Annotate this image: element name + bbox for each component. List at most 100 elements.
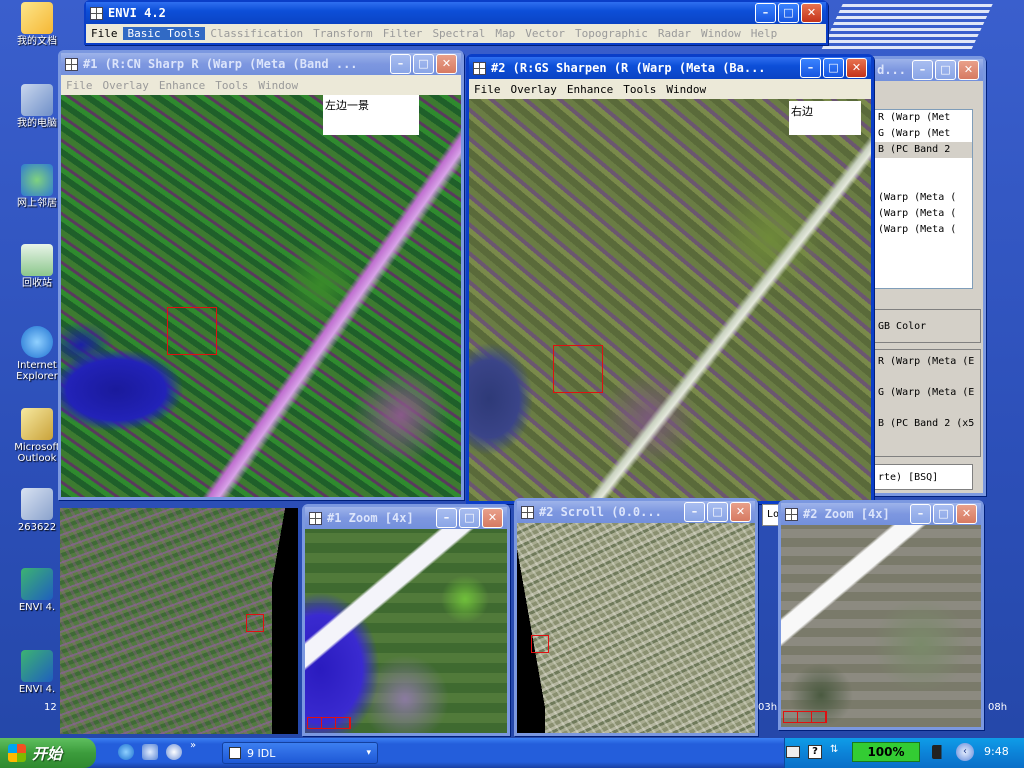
maximize-button[interactable]: □	[707, 502, 728, 522]
start-button[interactable]: 开始	[0, 738, 96, 768]
zoom-1-window[interactable]: #1 Zoom [4x] – □ ✕	[302, 504, 510, 736]
minimize-button[interactable]: –	[390, 54, 411, 74]
scroll-2-window[interactable]: #2 Scroll (0.0... – □ ✕	[514, 498, 758, 736]
desktop-icon-my-documents[interactable]: 我的文档	[6, 2, 68, 47]
menu-window[interactable]: Window	[661, 83, 711, 96]
minimize-button[interactable]: –	[755, 3, 776, 23]
tray-arrow-icon[interactable]: ‹	[956, 743, 974, 761]
help-icon[interactable]: ?	[808, 745, 822, 759]
scroll-display-1[interactable]	[60, 508, 298, 734]
menu-vector[interactable]: Vector	[520, 27, 570, 40]
rgb-red-row[interactable]: R (Warp (Meta (E	[874, 356, 980, 367]
close-button[interactable]: ✕	[958, 60, 979, 80]
menu-map[interactable]: Map	[490, 27, 520, 40]
minimize-button[interactable]: –	[684, 502, 705, 522]
menu-file[interactable]: File	[469, 83, 506, 96]
window-titlebar[interactable]: #2 Zoom [4x] – □ ✕	[781, 503, 981, 525]
zoom-image-2[interactable]	[781, 525, 981, 727]
image-display-2[interactable]: 右边	[469, 99, 871, 501]
menu-classification[interactable]: Classification	[205, 27, 308, 40]
menu-window[interactable]: Window	[696, 27, 746, 40]
menu-overlay[interactable]: Overlay	[506, 83, 562, 96]
minimize-button[interactable]: –	[910, 504, 931, 524]
desktop-icon-envi-2[interactable]: ENVI 4.	[6, 650, 68, 695]
zoom-image-1[interactable]	[305, 529, 507, 733]
explorer-quicklaunch-icon[interactable]	[142, 744, 158, 760]
menu-help[interactable]: Help	[746, 27, 783, 40]
band-list-item[interactable]: (Warp (Meta (	[874, 190, 972, 206]
media-player-quicklaunch-icon[interactable]	[166, 744, 182, 760]
maximize-button[interactable]: □	[935, 60, 956, 80]
close-button[interactable]: ✕	[436, 54, 457, 74]
menu-topographic[interactable]: Topographic	[570, 27, 653, 40]
language-bar-icon[interactable]: ⇅	[830, 744, 842, 758]
menu-file[interactable]: File	[86, 27, 123, 40]
maximize-button[interactable]: □	[933, 504, 954, 524]
zoom-level-indicator[interactable]: 100%	[852, 742, 920, 762]
menu-radar[interactable]: Radar	[653, 27, 696, 40]
close-button[interactable]: ✕	[846, 58, 867, 78]
taskbar-group-idl[interactable]: 9 IDL ▾	[222, 742, 378, 764]
clock[interactable]: 9:48	[984, 745, 1009, 758]
minimize-button[interactable]: –	[912, 60, 933, 80]
rgb-blue-row[interactable]: B (PC Band 2 (x5	[874, 418, 980, 429]
keyboard-icon[interactable]	[786, 746, 800, 758]
color-mode-option[interactable]: GB Color	[873, 309, 981, 343]
image-display-1[interactable]: 左边一景	[61, 95, 461, 497]
menu-overlay[interactable]: Overlay	[98, 79, 154, 92]
menu-filter[interactable]: Filter	[378, 27, 428, 40]
display-2-window[interactable]: #2 (R:GS Sharpen (R (Warp (Meta (Ba... –…	[466, 54, 874, 504]
close-button[interactable]: ✕	[730, 502, 751, 522]
quicklaunch-chevron-icon[interactable]: »	[190, 740, 196, 751]
envi-app-icon	[473, 61, 486, 75]
band-list-item[interactable]: B (PC Band 2	[874, 142, 972, 158]
window-titlebar[interactable]: #1 Zoom [4x] – □ ✕	[305, 507, 507, 529]
menu-enhance[interactable]: Enhance	[154, 79, 210, 92]
close-button[interactable]: ✕	[956, 504, 977, 524]
band-list-item[interactable]: G (Warp (Met	[874, 126, 972, 142]
scroll-label-mid: 03h	[758, 702, 778, 713]
zoom-controls[interactable]	[307, 717, 351, 729]
scroll-box-indicator[interactable]	[531, 635, 549, 653]
menu-file[interactable]: File	[61, 79, 98, 92]
scroll-box-indicator[interactable]	[246, 614, 264, 632]
menu-basic-tools[interactable]: Basic Tools	[122, 27, 206, 40]
window-titlebar[interactable]: #1 (R:CN Sharp R (Warp (Meta (Band ... –…	[61, 53, 461, 75]
band-list-item[interactable]: R (Warp (Met	[874, 110, 972, 126]
maximize-button[interactable]: □	[778, 3, 799, 23]
band-list-item[interactable]: (Warp (Meta (	[874, 222, 972, 238]
minimize-button[interactable]: –	[800, 58, 821, 78]
zoom-box-indicator[interactable]	[167, 307, 217, 355]
display-1-window[interactable]: #1 (R:CN Sharp R (Warp (Meta (Band ... –…	[58, 50, 464, 500]
band-list-item[interactable]: (Warp (Meta (	[874, 206, 972, 222]
window-titlebar[interactable]: #2 (R:GS Sharpen (R (Warp (Meta (Ba... –…	[469, 57, 871, 79]
envi-app-icon	[90, 6, 103, 20]
desktop-icon-label: ENVI 4.	[18, 602, 56, 613]
minimize-button[interactable]: –	[436, 508, 457, 528]
rgb-green-row[interactable]: G (Warp (Meta (E	[874, 387, 980, 398]
menu-enhance[interactable]: Enhance	[562, 83, 618, 96]
maximize-button[interactable]: □	[459, 508, 480, 528]
band-list[interactable]: R (Warp (Met G (Warp (Met B (PC Band 2 (…	[873, 109, 973, 289]
close-button[interactable]: ✕	[801, 3, 822, 23]
maximize-button[interactable]: □	[823, 58, 844, 78]
envi-main-window[interactable]: ENVI 4.2 – □ ✕ File Basic Tools Classifi…	[84, 0, 828, 45]
desktop-icon-envi-1[interactable]: ENVI 4.	[6, 568, 68, 613]
window-titlebar[interactable]: ENVI 4.2 – □ ✕	[86, 2, 826, 24]
menu-window[interactable]: Window	[253, 79, 303, 92]
menu-tools[interactable]: Tools	[618, 83, 661, 96]
band-list-item[interactable]	[874, 158, 972, 174]
ie-quicklaunch-icon[interactable]	[118, 744, 134, 760]
menu-transform[interactable]: Transform	[308, 27, 378, 40]
envi-app-icon	[309, 511, 322, 525]
window-titlebar[interactable]: #2 Scroll (0.0... – □ ✕	[517, 501, 755, 523]
zoom-box-indicator[interactable]	[553, 345, 603, 393]
zoom-controls[interactable]	[783, 711, 827, 723]
menu-tools[interactable]: Tools	[210, 79, 253, 92]
maximize-button[interactable]: □	[413, 54, 434, 74]
close-button[interactable]: ✕	[482, 508, 503, 528]
zoom-2-window[interactable]: #2 Zoom [4x] – □ ✕	[778, 500, 984, 730]
menu-spectral[interactable]: Spectral	[427, 27, 490, 40]
power-plug-icon[interactable]	[932, 745, 948, 759]
scroll-display-2[interactable]	[517, 523, 755, 733]
